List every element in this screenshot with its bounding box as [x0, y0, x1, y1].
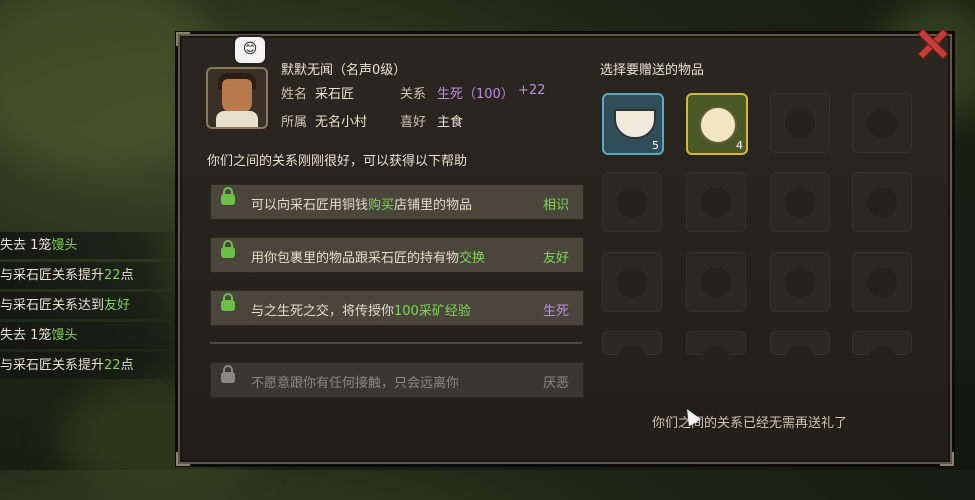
unlocked-icon — [221, 187, 235, 205]
log-text: 与采石匠关系提升 — [0, 268, 105, 283]
gift-slot-empty[interactable] — [852, 252, 912, 312]
rice-bowl-icon — [614, 109, 656, 139]
gift-title: 选择要赠送的物品 — [600, 63, 705, 78]
gift-slot-empty[interactable] — [602, 172, 662, 232]
log-highlight: 22 — [104, 268, 121, 283]
help-level: 友好 — [542, 251, 569, 266]
log-text: 点 — [120, 358, 134, 373]
panel-corner — [176, 32, 190, 46]
help-row-purchase: 可以向采石匠用铜钱购买店铺里的物品 相识 — [210, 184, 584, 220]
name-label: 姓名 — [281, 87, 308, 102]
help-row-teach: 与之生死之交，将传授你100采矿经验 生死 — [210, 290, 584, 326]
gift-slot-empty[interactable] — [602, 252, 662, 312]
steamed-bun-icon — [699, 106, 737, 144]
locked-icon — [221, 365, 235, 383]
relation-label: 关系 — [400, 87, 427, 102]
help-keyword: 购买 — [368, 198, 395, 213]
divider — [210, 342, 582, 344]
help-text: 与之生死之交，将传授你 — [251, 304, 395, 319]
log-highlight: 友好 — [104, 298, 131, 313]
close-icon[interactable] — [914, 24, 950, 60]
gift-slot-empty[interactable] — [770, 93, 830, 153]
log-text: 失去 1笼 — [0, 328, 52, 343]
item-count: 5 — [652, 139, 659, 152]
relation-value: 生死（100） — [437, 87, 514, 102]
log-entry: 失去 1笼馒头 — [0, 322, 180, 349]
npc-home: 无名小村 — [315, 115, 368, 130]
log-text: 失去 1笼 — [0, 238, 52, 253]
log-entry: 失去 1笼馒头 — [0, 232, 180, 259]
help-text: 店铺里的物品 — [394, 198, 473, 213]
gift-slot-empty[interactable] — [686, 331, 746, 376]
npc-title: 默默无闻（名声0级） — [281, 63, 407, 78]
gift-slot-empty[interactable] — [602, 331, 662, 376]
help-text: 不愿意跟你有任何接触，只会远离你 — [251, 376, 460, 391]
home-label: 所属 — [281, 115, 308, 130]
gift-slot-1[interactable]: 5 — [602, 93, 664, 155]
npc-portrait — [206, 67, 268, 129]
npc-emote-icon: 😊 — [233, 35, 267, 65]
log-text: 与采石匠关系达到 — [0, 298, 105, 313]
gift-slot-empty[interactable] — [686, 172, 746, 232]
help-row-hate: 不愿意跟你有任何接触，只会远离你 厌恶 — [210, 362, 584, 398]
portrait-face — [222, 79, 252, 113]
relation-delta: +22 — [518, 83, 546, 98]
log-highlight: 22 — [104, 358, 121, 373]
gift-slot-2[interactable]: 4 — [686, 93, 748, 155]
gift-slot-empty[interactable] — [852, 93, 912, 153]
help-level: 厌恶 — [542, 376, 569, 391]
gift-slot-empty[interactable] — [770, 252, 830, 312]
npc-name: 采石匠 — [315, 87, 355, 102]
panel-corner — [176, 452, 190, 466]
log-text: 与采石匠关系提升 — [0, 358, 105, 373]
help-level: 相识 — [542, 198, 569, 213]
log-text: 点 — [120, 268, 134, 283]
help-row-exchange: 用你包裹里的物品跟采石匠的持有物交换 友好 — [210, 237, 584, 273]
gift-slot-empty[interactable] — [852, 172, 912, 232]
help-text: 可以向采石匠用铜钱 — [251, 198, 369, 213]
gift-slot-empty[interactable] — [770, 331, 830, 376]
help-intro: 你们之间的关系刚刚很好，可以获得以下帮助 — [207, 154, 468, 169]
log-entry: 与采石匠关系达到友好 — [0, 292, 180, 319]
like-label: 喜好 — [400, 115, 427, 130]
help-text: 用你包裹里的物品跟采石匠的持有物 — [251, 251, 460, 266]
log-entry: 与采石匠关系提升22点 — [0, 262, 180, 289]
panel-corner — [940, 452, 954, 466]
portrait-body — [216, 111, 258, 127]
gift-slot-empty[interactable] — [852, 331, 912, 376]
unlocked-icon — [221, 240, 235, 258]
log-highlight: 馒头 — [51, 328, 78, 343]
log-highlight: 馒头 — [51, 238, 78, 253]
npc-like: 主食 — [437, 115, 464, 130]
gift-slot-empty[interactable] — [770, 172, 830, 232]
help-keyword: 交换 — [459, 251, 486, 266]
help-keyword: 100采矿经验 — [394, 304, 471, 319]
log-entry: 与采石匠关系提升22点 — [0, 352, 180, 379]
help-level: 生死 — [542, 304, 569, 319]
item-count: 4 — [736, 139, 743, 152]
gift-slot-empty[interactable] — [686, 252, 746, 312]
unlocked-icon — [221, 293, 235, 311]
